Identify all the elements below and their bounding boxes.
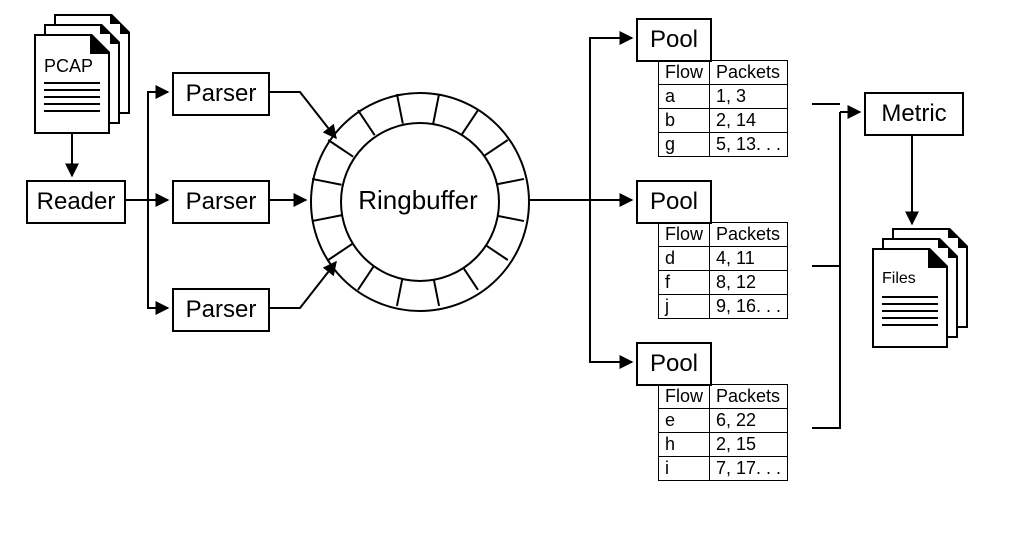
pool-box-1: Pool <box>636 180 712 224</box>
parser-box-2: Parser <box>172 288 270 332</box>
pcap-label: PCAP <box>44 56 93 77</box>
metric-box: Metric <box>864 92 964 136</box>
parser-label-0: Parser <box>186 80 257 108</box>
pool-table-1: FlowPackets d4, 11 f8, 12 j9, 16. . . <box>658 222 788 319</box>
pool-label-0: Pool <box>650 26 698 54</box>
parser-box-1: Parser <box>172 180 270 224</box>
outfiles-label: Files <box>882 270 916 288</box>
parser-label-1: Parser <box>186 188 257 216</box>
pool-table-0: FlowPackets a1, 3 b2, 14 g5, 13. . . <box>658 60 788 157</box>
pool-box-0: Pool <box>636 18 712 62</box>
metric-label: Metric <box>881 100 946 128</box>
arrows-overlay <box>0 0 1024 536</box>
parser-box-0: Parser <box>172 72 270 116</box>
reader-box: Reader <box>26 180 126 224</box>
pool-box-2: Pool <box>636 342 712 386</box>
pool-table-2: FlowPackets e6, 22 h2, 15 i7, 17. . . <box>658 384 788 481</box>
parser-label-2: Parser <box>186 296 257 324</box>
pool-label-1: Pool <box>650 188 698 216</box>
pool-label-2: Pool <box>650 350 698 378</box>
ringbuffer-label: Ringbuffer <box>340 122 496 278</box>
reader-label: Reader <box>37 188 116 216</box>
